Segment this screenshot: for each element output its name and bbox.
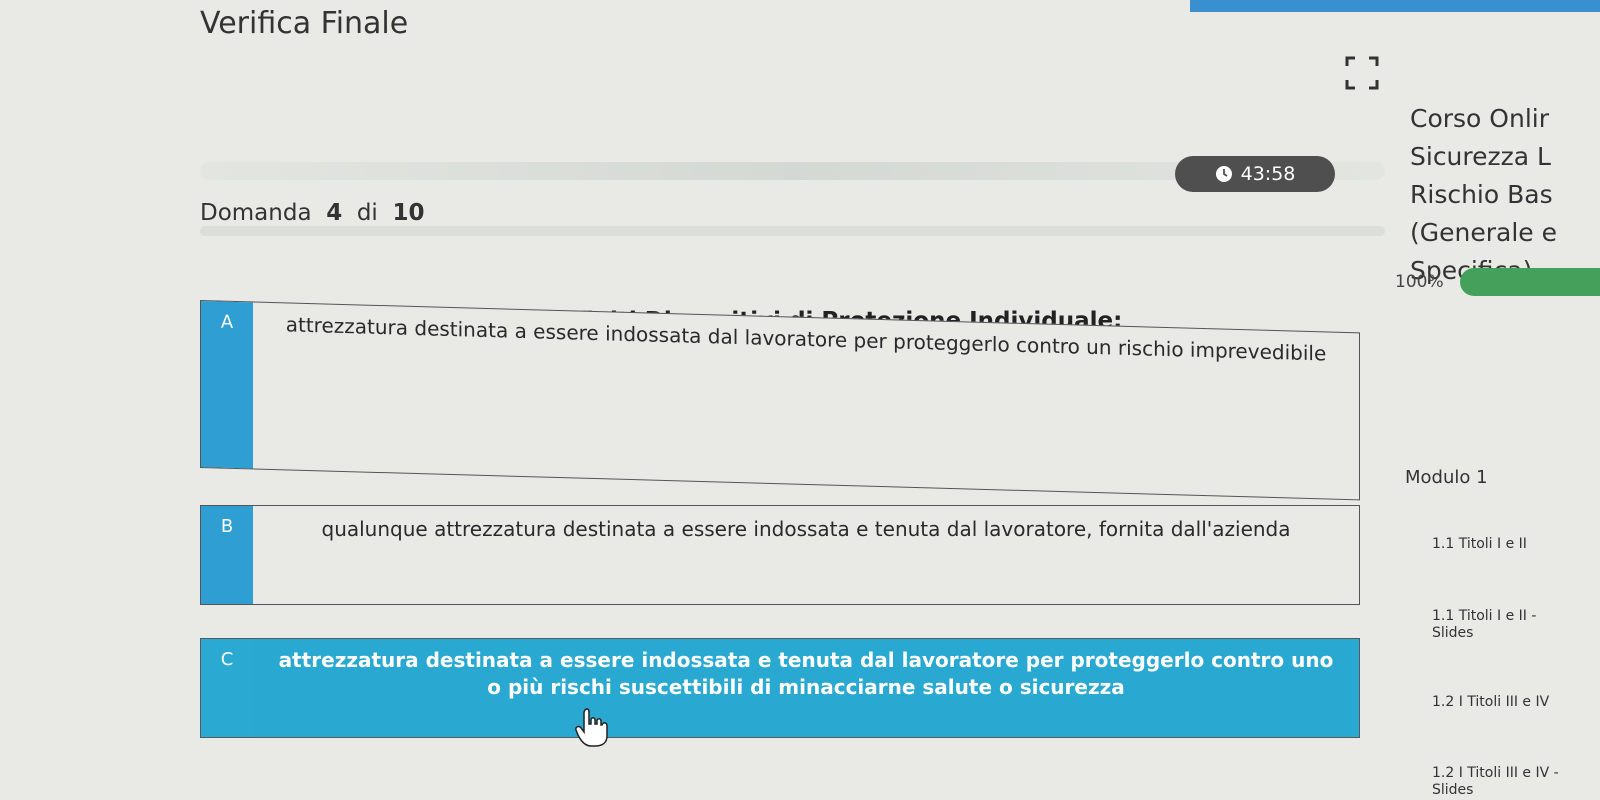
page-title: Verifica Finale [200,6,409,41]
lesson-title: 1.2 I Titoli III e IV [1432,694,1550,710]
lesson-item[interactable]: 1.1 Titoli I e II - Slides [1432,608,1536,642]
question-label: Domanda [200,200,312,226]
lesson-title: 1.2 I Titoli III e IV - [1432,765,1559,781]
answer-option-c[interactable]: C attrezzatura destinata a essere indoss… [200,638,1360,738]
question-current: 4 [326,200,343,226]
lesson-title: 1.1 Titoli I e II - [1432,608,1537,624]
timer-badge: 43:58 [1175,156,1335,192]
lesson-item[interactable]: 1.2 I Titoli III e IV - Slides [1432,765,1559,799]
answer-letter: A [201,301,253,469]
answer-letter: B [201,506,253,604]
answer-text: qualunque attrezzatura destinata a esser… [321,517,1291,541]
module-label[interactable]: Modulo 1 [1405,467,1488,488]
course-title-line: Sicurezza L [1410,142,1551,171]
answer-option-a[interactable]: A attrezzatura destinata a essere indoss… [200,300,1360,501]
question-counter: Domanda 4 di 10 [200,200,424,226]
lesson-title: 1.1 Titoli I e II [1432,536,1527,552]
clock-icon [1215,166,1232,182]
lesson-subtitle: Slides [1432,782,1474,798]
answer-option-b[interactable]: B qualunque attrezzatura destinata a ess… [200,505,1360,605]
course-progress-label: 100% [1395,272,1444,292]
timer-value: 43:58 [1240,163,1296,185]
lesson-subtitle: Slides [1432,625,1474,641]
course-progress-bar [1460,268,1600,296]
progress-track-lower [200,226,1385,236]
question-total: 10 [392,200,425,226]
course-title: Corso Onlir Sicurezza L Rischio Bas (Gen… [1410,100,1600,290]
hand-cursor-icon [575,708,608,747]
answer-letter: C [201,639,253,737]
answer-text: attrezzatura destinata a essere indossat… [285,312,1327,366]
course-title-line: (Generale e [1410,218,1557,247]
lesson-item[interactable]: 1.1 Titoli I e II [1432,536,1527,553]
fullscreen-icon[interactable] [1345,56,1379,90]
answer-text: attrezzatura destinata a essere indossat… [278,648,1334,699]
lesson-item[interactable]: 1.2 I Titoli III e IV [1432,694,1549,711]
course-title-line: Corso Onlir [1410,104,1549,133]
course-title-line: Rischio Bas [1410,180,1553,209]
question-of: di [356,200,378,226]
